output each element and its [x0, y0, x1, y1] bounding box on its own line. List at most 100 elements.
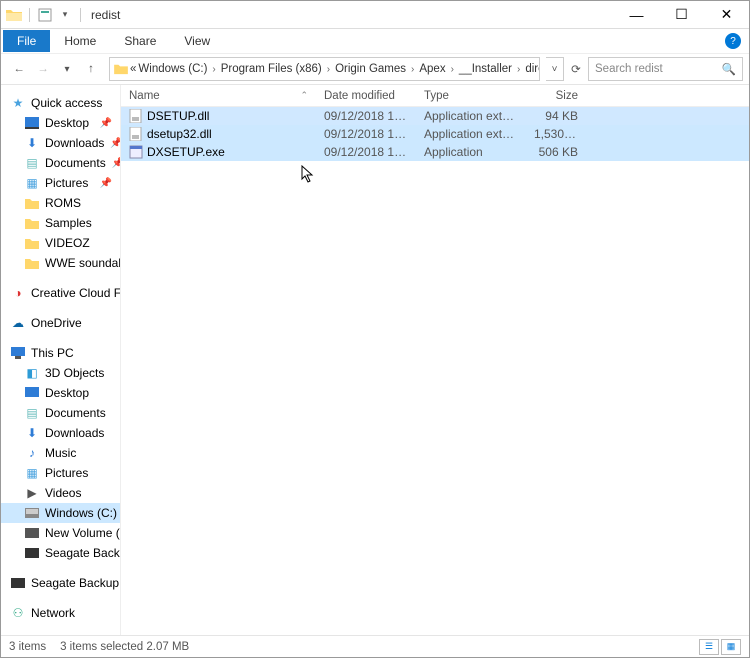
refresh-button[interactable]: ⟳: [564, 62, 588, 76]
file-list: Name⌃ Date modified Type Size DSETUP.dll…: [121, 85, 749, 635]
properties-icon[interactable]: [36, 6, 54, 24]
3d-icon: ◧: [25, 366, 39, 380]
pin-icon: 📌: [100, 118, 116, 129]
breadcrumb[interactable]: Origin Games: [335, 63, 406, 75]
usb-icon: [11, 576, 25, 590]
file-size: 94 KB: [526, 109, 586, 123]
ribbon: File Home Share View ?: [1, 29, 749, 53]
cc-icon: ◑: [11, 286, 25, 300]
chevron-right-icon: ›: [209, 64, 218, 75]
tab-view[interactable]: View: [170, 30, 224, 52]
column-name[interactable]: Name⌃: [121, 85, 316, 106]
sidebar-item-documents[interactable]: ▤Documents: [1, 403, 120, 423]
sidebar-item-folder[interactable]: VIDEOZ: [1, 233, 120, 253]
file-menu[interactable]: File: [3, 30, 50, 52]
file-name: DXSETUP.exe: [147, 145, 225, 159]
file-type: Application extens...: [416, 127, 526, 141]
sidebar-item-desktop[interactable]: Desktop: [1, 383, 120, 403]
sidebar-item-downloads[interactable]: ⬇Downloads: [1, 423, 120, 443]
breadcrumb[interactable]: __Installer: [459, 63, 512, 75]
file-date: 09/12/2018 17:14: [316, 145, 416, 159]
sidebar-item-folder[interactable]: WWE soundali: [1, 253, 120, 273]
column-headers: Name⌃ Date modified Type Size: [121, 85, 749, 107]
sidebar-seagate[interactable]: Seagate Backup: [1, 573, 120, 593]
downloads-icon: ⬇: [25, 426, 39, 440]
details-view-button[interactable]: ☰: [699, 639, 719, 655]
maximize-button[interactable]: ☐: [659, 1, 704, 29]
help-icon[interactable]: ?: [725, 33, 741, 49]
column-type[interactable]: Type: [416, 85, 526, 106]
sidebar-item-music[interactable]: ♪Music: [1, 443, 120, 463]
column-size[interactable]: Size: [526, 85, 586, 106]
window-title: redist: [91, 8, 120, 22]
file-type: Application: [416, 145, 526, 159]
music-icon: ♪: [25, 446, 39, 460]
documents-icon: ▤: [25, 156, 39, 170]
documents-icon: ▤: [25, 406, 39, 420]
column-date[interactable]: Date modified: [316, 85, 416, 106]
file-row[interactable]: dsetup32.dll 09/12/2018 17:14 Applicatio…: [121, 125, 749, 143]
sidebar-item-pictures[interactable]: ▦Pictures: [1, 463, 120, 483]
file-row[interactable]: DSETUP.dll 09/12/2018 17:14 Application …: [121, 107, 749, 125]
sidebar-item-drive[interactable]: New Volume (I: [1, 523, 120, 543]
tab-share[interactable]: Share: [110, 30, 170, 52]
breadcrumb[interactable]: Apex: [419, 63, 445, 75]
search-input[interactable]: Search redist 🔍: [588, 57, 743, 81]
sidebar-item-pictures[interactable]: ▦Pictures📌: [1, 173, 120, 193]
up-button[interactable]: ↑: [79, 57, 103, 81]
address-bar[interactable]: « Windows (C:)› Program Files (x86)› Ori…: [109, 57, 540, 81]
sidebar-item-drive-c[interactable]: Windows (C:): [1, 503, 120, 523]
pin-icon: 📌: [112, 158, 120, 169]
sidebar-item-folder[interactable]: ROMS: [1, 193, 120, 213]
close-button[interactable]: ✕: [704, 1, 749, 29]
pictures-icon: ▦: [25, 176, 39, 190]
folder-icon: [25, 236, 39, 250]
address-dropdown[interactable]: ˅: [546, 57, 564, 81]
folder-icon: [25, 196, 39, 210]
sidebar-item-documents[interactable]: ▤Documents📌: [1, 153, 120, 173]
dll-icon: [129, 127, 143, 141]
dropdown-icon[interactable]: ▾: [56, 6, 74, 24]
breadcrumb[interactable]: Program Files (x86): [221, 63, 322, 75]
breadcrumb[interactable]: Windows (C:): [138, 63, 207, 75]
sidebar-creative-cloud[interactable]: ◑Creative Cloud F: [1, 283, 120, 303]
star-icon: ★: [11, 96, 25, 110]
file-rows: DSETUP.dll 09/12/2018 17:14 Application …: [121, 107, 749, 161]
desktop-icon: [25, 386, 39, 400]
pc-icon: [11, 346, 25, 360]
file-date: 09/12/2018 17:14: [316, 127, 416, 141]
forward-button[interactable]: →: [31, 57, 55, 81]
sidebar-item-downloads[interactable]: ⬇Downloads📌: [1, 133, 120, 153]
search-placeholder: Search redist: [595, 63, 663, 75]
drive-icon: [25, 526, 39, 540]
pin-icon: 📌: [100, 178, 116, 189]
sidebar-item-folder[interactable]: Samples: [1, 213, 120, 233]
sidebar-network[interactable]: ⚇Network: [1, 603, 120, 623]
network-icon: ⚇: [11, 606, 25, 620]
file-row[interactable]: DXSETUP.exe 09/12/2018 17:14 Application…: [121, 143, 749, 161]
sidebar-onedrive[interactable]: ☁OneDrive: [1, 313, 120, 333]
search-icon: 🔍: [722, 62, 736, 76]
main-area: ★ Quick access Desktop📌 ⬇Downloads📌 ▤Doc…: [1, 85, 749, 635]
back-button[interactable]: ←: [7, 57, 31, 81]
downloads-icon: ⬇: [25, 136, 39, 150]
sidebar-item-usb[interactable]: Seagate Backu: [1, 543, 120, 563]
sidebar-item-videos[interactable]: ▶Videos: [1, 483, 120, 503]
minimize-button[interactable]: —: [614, 1, 659, 29]
sort-asc-icon: ⌃: [300, 90, 308, 101]
sidebar-quick-access[interactable]: ★ Quick access: [1, 93, 120, 113]
sidebar-this-pc[interactable]: This PC: [1, 343, 120, 363]
navigation-pane: ★ Quick access Desktop📌 ⬇Downloads📌 ▤Doc…: [1, 85, 121, 635]
breadcrumb[interactable]: directx: [525, 63, 540, 75]
sidebar-item-desktop[interactable]: Desktop📌: [1, 113, 120, 133]
breadcrumb-overflow[interactable]: «: [130, 63, 136, 75]
dll-icon: [129, 109, 143, 123]
chevron-right-icon: ›: [408, 64, 417, 75]
chevron-right-icon: ›: [514, 64, 523, 75]
sidebar-item-3d-objects[interactable]: ◧3D Objects: [1, 363, 120, 383]
desktop-icon: [25, 116, 39, 130]
folder-icon: [5, 6, 23, 24]
recent-locations-button[interactable]: ▾: [55, 57, 79, 81]
tab-home[interactable]: Home: [50, 30, 110, 52]
thumbnails-view-button[interactable]: ▦: [721, 639, 741, 655]
